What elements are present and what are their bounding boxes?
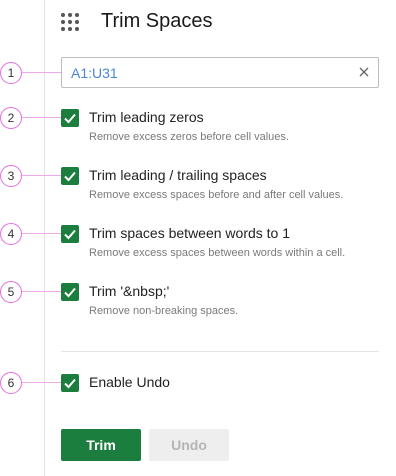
- callout-2: 2: [0, 107, 22, 129]
- option-label: Enable Undo: [89, 374, 170, 390]
- callout-3: 3: [0, 165, 22, 187]
- section-divider: [61, 351, 379, 352]
- option-description: Remove excess spaces between words withi…: [89, 247, 346, 259]
- checkbox-enable-undo[interactable]: [61, 374, 79, 392]
- trim-button[interactable]: Trim: [61, 429, 141, 461]
- callout-line-3: [22, 175, 61, 176]
- checkbox-trim-leading-zeros[interactable]: [61, 109, 79, 127]
- callout-line-1: [22, 72, 61, 73]
- callout-line-6: [22, 382, 61, 383]
- page-title: Trim Spaces: [101, 10, 213, 32]
- undo-button[interactable]: Undo: [149, 429, 229, 461]
- callout-line-5: [22, 291, 61, 292]
- callout-6: 6: [0, 372, 22, 394]
- option-description: Remove non-breaking spaces.: [89, 305, 239, 317]
- option-description: Remove excess zeros before cell values.: [89, 131, 289, 143]
- callout-line-4: [22, 233, 61, 234]
- callout-5: 5: [0, 281, 22, 303]
- callout-1: 1: [0, 62, 22, 84]
- checkmark-icon: [64, 287, 76, 298]
- checkbox-trim-leading-trailing[interactable]: [61, 167, 79, 185]
- checkmark-icon: [64, 113, 76, 124]
- checkmark-icon: [64, 378, 76, 389]
- range-value[interactable]: A1:U31: [71, 65, 118, 81]
- option-label: Trim '&nbsp;': [89, 283, 170, 299]
- checkmark-icon: [64, 171, 76, 182]
- callout-line-2: [22, 117, 61, 118]
- grid-icon[interactable]: [61, 13, 79, 31]
- close-icon[interactable]: [358, 66, 370, 78]
- checkmark-icon: [64, 229, 76, 240]
- checkbox-trim-nbsp[interactable]: [61, 283, 79, 301]
- range-input[interactable]: A1:U31: [61, 57, 379, 88]
- callout-4: 4: [0, 223, 22, 245]
- trim-spaces-panel: 1 2 3 4 5 6 Trim Spaces A1:U31 Trim lead…: [0, 0, 396, 476]
- option-label: Trim leading / trailing spaces: [89, 167, 267, 183]
- checkbox-trim-between-words[interactable]: [61, 225, 79, 243]
- option-label: Trim spaces between words to 1: [89, 225, 291, 241]
- option-label: Trim leading zeros: [89, 109, 204, 125]
- option-description: Remove excess spaces before and after ce…: [89, 189, 344, 201]
